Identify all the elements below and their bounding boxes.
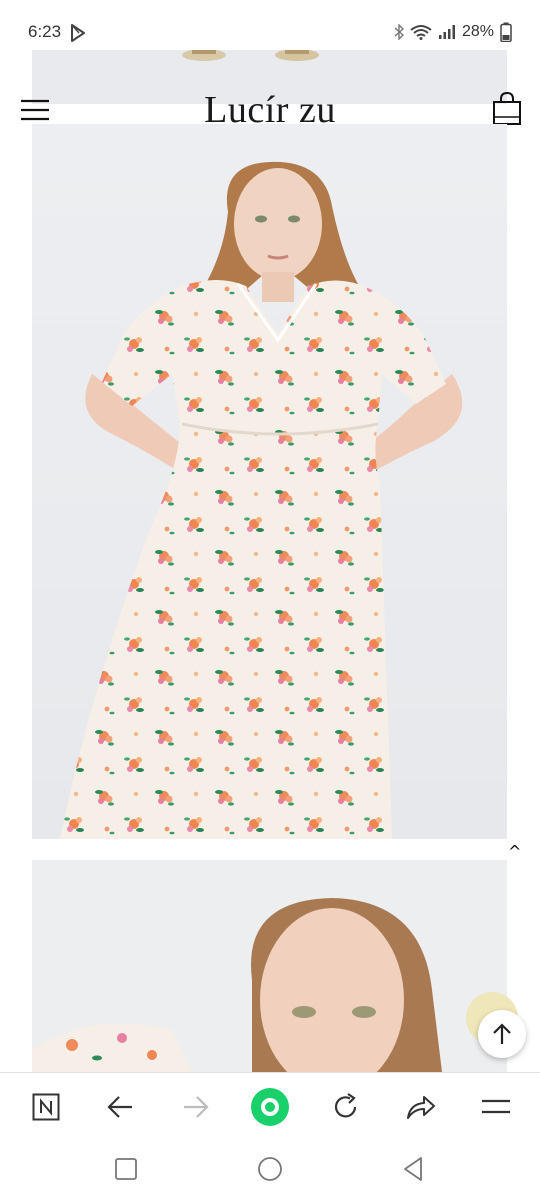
scroll-caret[interactable]: ^ xyxy=(508,842,521,861)
shopping-bag-icon[interactable] xyxy=(492,92,522,126)
battery-icon xyxy=(500,22,512,42)
browser-toolbar xyxy=(0,1072,540,1138)
signal-icon xyxy=(438,25,455,39)
home-icon[interactable] xyxy=(255,1154,285,1184)
main-floral-dress-photo[interactable] xyxy=(32,124,507,839)
second-closeup-photo[interactable] xyxy=(32,860,507,1072)
reload-icon[interactable] xyxy=(326,1087,366,1127)
play-store-icon xyxy=(71,24,85,42)
bluetooth-icon xyxy=(394,24,404,40)
status-time: 6:23 xyxy=(28,22,62,41)
recent-apps-icon[interactable] xyxy=(111,1154,141,1184)
share-icon[interactable] xyxy=(401,1087,441,1127)
browser-menu-icon[interactable] xyxy=(476,1087,516,1127)
forward-arrow-icon[interactable] xyxy=(176,1087,216,1127)
status-icons: 28% xyxy=(394,22,512,42)
scroll-to-top-button[interactable] xyxy=(478,1010,526,1058)
arrow-up-icon xyxy=(493,1023,511,1044)
battery-percent: 28% xyxy=(461,23,494,40)
android-nav-bar xyxy=(0,1138,540,1200)
green-home-icon[interactable] xyxy=(250,1087,290,1127)
back-icon[interactable] xyxy=(398,1154,428,1184)
back-arrow-icon[interactable] xyxy=(100,1087,140,1127)
n-tab-icon[interactable] xyxy=(26,1087,66,1127)
wifi-icon xyxy=(410,25,432,40)
